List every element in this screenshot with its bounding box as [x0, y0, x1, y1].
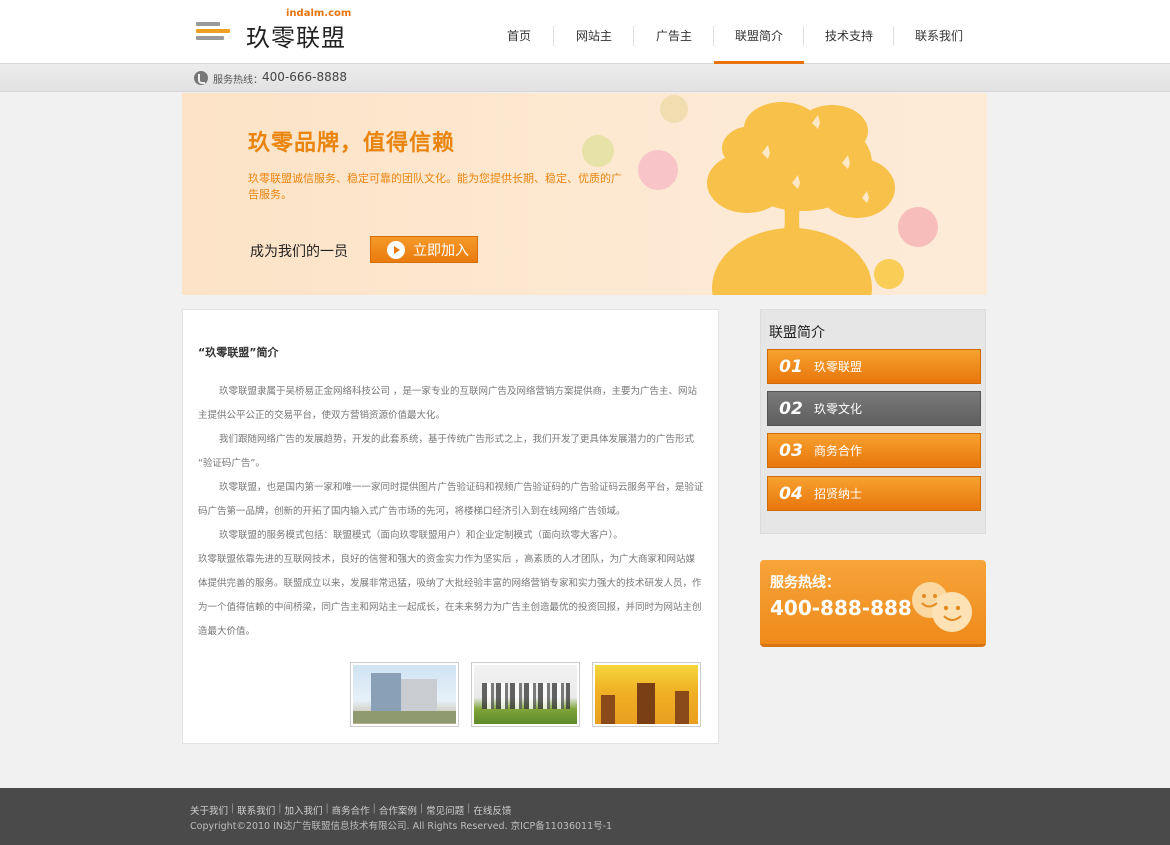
footer-separator: | [467, 803, 471, 814]
intro-card: “玖零联盟”简介 玖零联盟隶属于吴桥易正金网络科技公司 ，是一家专业的互联网广告… [182, 309, 719, 744]
nav-label: 联系我们 [914, 29, 963, 43]
logo-mark-icon [196, 22, 232, 42]
service-number: 400-888-888 [770, 596, 912, 620]
banner-cta-text: 成为我们的一员 [250, 244, 348, 260]
sidebar-item-label: 商务合作 [814, 444, 863, 458]
nav-home[interactable]: 首页 [484, 20, 554, 64]
intro-paragraph: 玖零联盟，也是国内第一家和唯一一家同时提供图片广告验证码和视频广告验证码的广告验… [198, 482, 704, 517]
nav-about[interactable]: 联盟简介 [714, 20, 804, 64]
nav-label: 技术支持 [824, 29, 873, 43]
sidebar-item-careers[interactable]: 04 招贤纳士 [767, 476, 981, 511]
decor-bubble [582, 135, 614, 167]
hero-banner: 玖零品牌，值得信赖 玖零联盟诚信服务、稳定可靠的团队文化。能为您提供长期、稳定、… [182, 93, 987, 295]
intro-paragraph: 玖零联盟的服务模式包括：联盟模式（面向玖零联盟用户）和企业定制模式（面向玖零大客… [219, 530, 623, 541]
photo-building[interactable] [350, 662, 459, 727]
photo-team[interactable] [471, 662, 580, 727]
footer-copyright: Copyright©2010 IN达广告联盟信息技术有限公司. All Righ… [190, 821, 613, 832]
footer-link-contact[interactable]: 联系我们 [237, 803, 275, 817]
sidebar-menu: 联盟简介 01 玖零联盟 02 玖零文化 03 商务合作 04 招贤纳士 [760, 309, 986, 534]
nav-contact[interactable]: 联系我们 [894, 20, 984, 64]
footer-link-business[interactable]: 商务合作 [332, 803, 370, 817]
join-button-label: 立即加入 [413, 242, 469, 259]
sidebar-item-culture[interactable]: 02 玖零文化 [767, 391, 981, 426]
play-icon [387, 240, 405, 259]
banner-description: 玖零联盟诚信服务、稳定可靠的团队文化。能为您提供长期、稳定、优质的广告服务。 [248, 172, 622, 201]
footer-separator: | [372, 803, 376, 814]
decor-bubble [638, 150, 678, 190]
sidebar-item-number: 04 [779, 483, 803, 504]
logo[interactable]: indalm.com 玖零联盟 [196, 8, 356, 56]
decor-bubble [660, 95, 688, 123]
nav-label: 联盟简介 [734, 29, 783, 43]
service-label: 服务热线： [770, 575, 840, 591]
sidebar-title: 联盟简介 [769, 325, 825, 341]
service-hotline-box: 服务热线： 400-888-888 [760, 560, 986, 647]
footer-separator: | [231, 803, 235, 814]
sidebar-item-business[interactable]: 03 商务合作 [767, 433, 981, 468]
footer-link-about[interactable]: 关于我们 [190, 803, 228, 817]
footer-separator: | [278, 803, 282, 814]
intro-title: “玖零联盟”简介 [198, 346, 279, 359]
nav-advertiser[interactable]: 广告主 [634, 20, 714, 64]
sidebar-item-league[interactable]: 01 玖零联盟 [767, 349, 981, 384]
nav-label: 广告主 [655, 29, 692, 43]
join-now-button[interactable]: 立即加入 [370, 236, 478, 263]
sidebar-item-label: 玖零文化 [814, 402, 863, 416]
footer-link-join[interactable]: 加入我们 [284, 803, 322, 817]
intro-paragraph: 玖零联盟隶属于吴桥易正金网络科技公司 ，是一家专业的互联网广告及网络营销方案提供… [198, 386, 698, 421]
hotline-bar: 服务热线： 400-666-8888 [0, 64, 1170, 92]
sidebar-item-number: 02 [779, 398, 803, 419]
nav-label: 首页 [506, 29, 531, 43]
photo-gallery [350, 662, 701, 727]
banner-title: 玖零品牌，值得信赖 [248, 131, 456, 156]
sidebar-item-label: 招贤纳士 [814, 487, 863, 501]
site-header: indalm.com 玖零联盟 首页 网站主 广告主 联盟简介 技术支持 联系我… [0, 0, 1170, 64]
smiley-icon [912, 582, 972, 632]
hotline-label: 服务热线： [213, 75, 263, 86]
footer-link-feedback[interactable]: 在线反馈 [473, 803, 511, 817]
nav-support[interactable]: 技术支持 [804, 20, 894, 64]
main-nav: 首页 网站主 广告主 联盟简介 技术支持 联系我们 [484, 20, 984, 64]
footer-links: 关于我们 | 联系我们 | 加入我们 | 商务合作 | 合作案例 | 常见问题 | 在线反馈 [190, 803, 511, 817]
logo-name: 玖零联盟 [246, 24, 346, 52]
phone-icon [194, 71, 208, 85]
nav-publisher[interactable]: 网站主 [554, 20, 634, 64]
tree-illustration [707, 102, 895, 295]
sidebar-item-label: 玖零联盟 [814, 360, 863, 374]
footer-separator: | [325, 803, 329, 814]
site-footer: 关于我们 | 联系我们 | 加入我们 | 商务合作 | 合作案例 | 常见问题 | 在线反馈… [0, 788, 1170, 845]
intro-paragraph: 玖零联盟依靠先进的互联网技术，良好的信誉和强大的资金实力作为坚实后 ，高素质的人… [198, 554, 702, 637]
sidebar-item-number: 03 [779, 440, 803, 461]
footer-link-cases[interactable]: 合作案例 [379, 803, 417, 817]
sidebar-item-number: 01 [779, 356, 803, 377]
intro-paragraph: 我们跟随网络广告的发展趋势，开发的此套系统，基于传统广告形式之上，我们开发了更具… [198, 434, 695, 469]
footer-link-faq[interactable]: 常见问题 [426, 803, 464, 817]
photo-sunset[interactable] [592, 662, 701, 727]
hotline-number: 400-666-8888 [262, 70, 348, 84]
intro-body: 玖零联盟隶属于吴桥易正金网络科技公司 ，是一家专业的互联网广告及网络营销方案提供… [198, 380, 704, 644]
nav-label: 网站主 [575, 29, 612, 43]
footer-separator: | [419, 803, 424, 814]
